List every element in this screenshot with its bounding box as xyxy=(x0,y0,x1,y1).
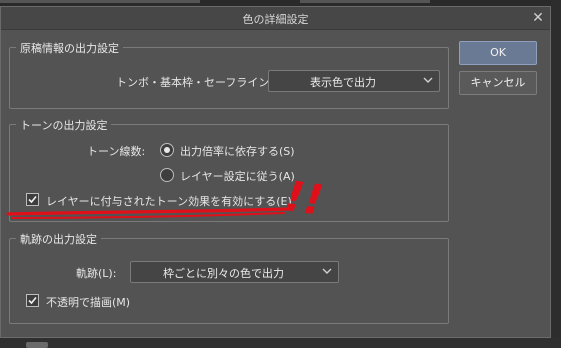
annotation-marks: !! xyxy=(282,171,327,225)
annotation-underline-stroke xyxy=(6,207,290,216)
annotation-overlay: !! xyxy=(6,171,327,225)
